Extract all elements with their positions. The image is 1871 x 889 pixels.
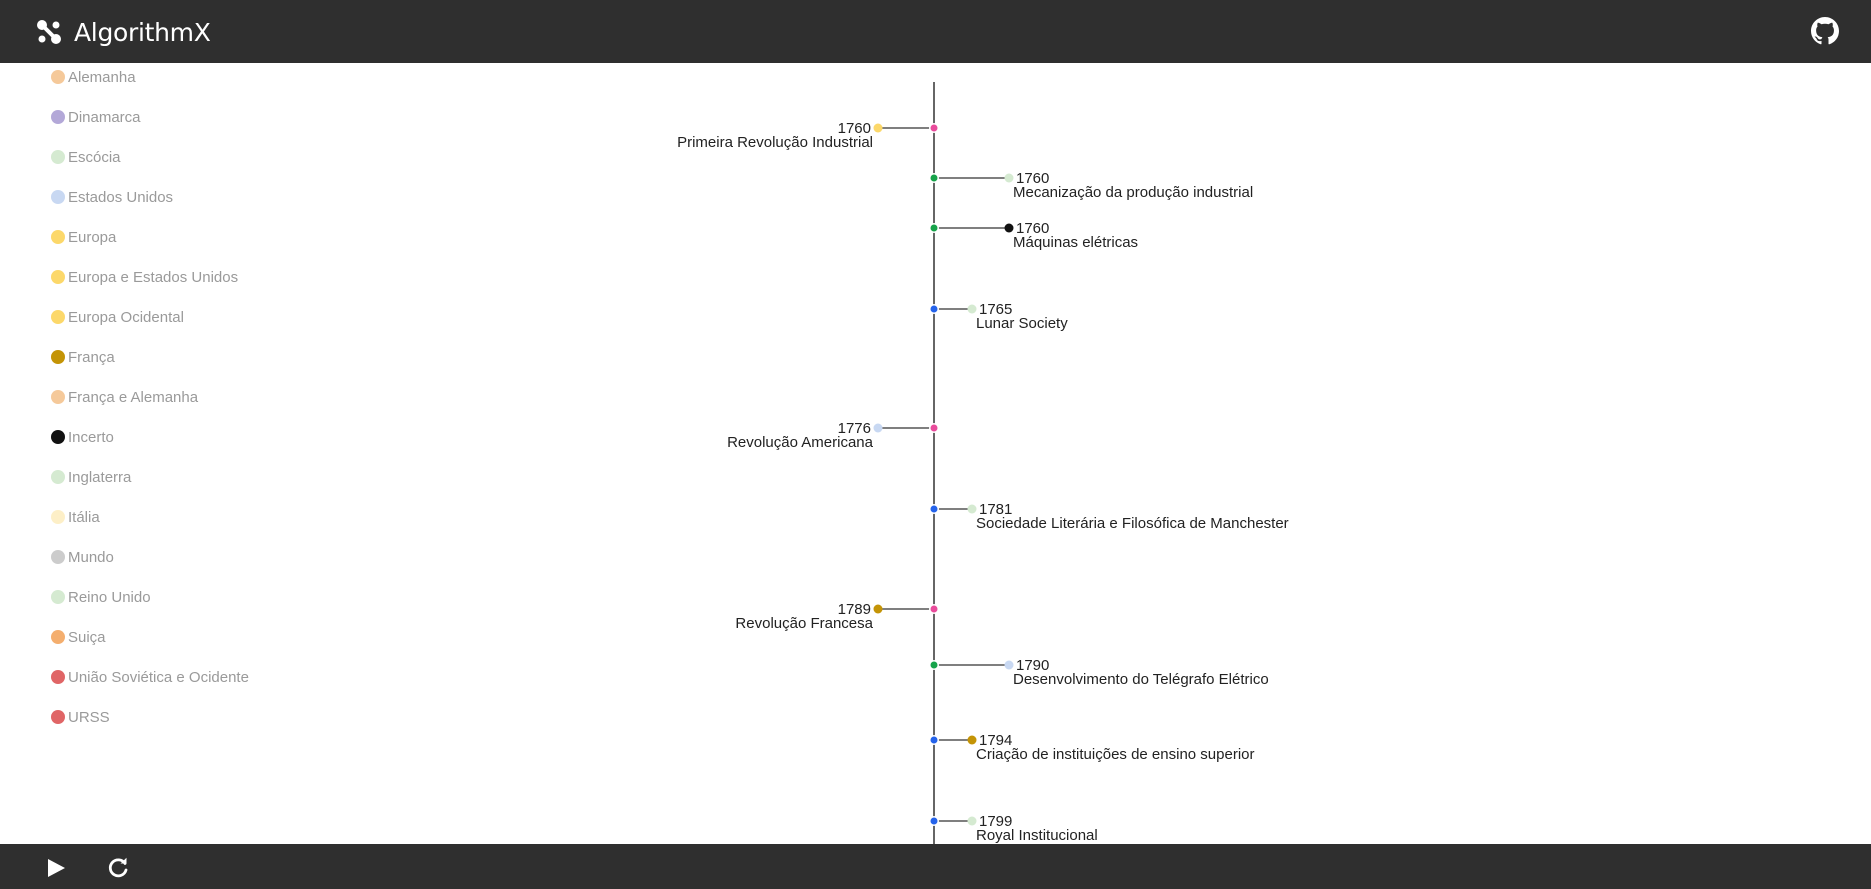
event-anchor-dot: [930, 736, 938, 744]
event-anchor-dot: [930, 605, 938, 613]
event-region-dot: [967, 735, 977, 745]
event-region-dot: [967, 816, 977, 826]
event-title: Máquinas elétricas: [1013, 234, 1138, 251]
event-anchor-dot: [930, 424, 938, 432]
event-anchor-dot: [930, 817, 938, 825]
event-title: Desenvolvimento do Telégrafo Elétrico: [1013, 671, 1269, 688]
event-region-dot: [1004, 173, 1014, 183]
bottom-bar: [0, 844, 1871, 889]
timeline: 1760Primeira Revolução Industrial1760Mec…: [677, 82, 1289, 844]
event-region-dot: [873, 423, 883, 433]
event-anchor-dot: [930, 505, 938, 513]
event-region-dot: [967, 304, 977, 314]
event-anchor-dot: [930, 224, 938, 232]
event-anchor-dot: [930, 661, 938, 669]
event-region-dot: [873, 604, 883, 614]
event-region-dot: [1004, 223, 1014, 233]
event-title: Royal Institucional: [976, 827, 1098, 844]
event-title: Revolução Americana: [727, 434, 874, 451]
event-title: Mecanização da produção industrial: [1013, 184, 1253, 201]
event-region-dot: [967, 504, 977, 514]
event-title: Primeira Revolução Industrial: [677, 134, 873, 151]
event-anchor-dot: [930, 174, 938, 182]
event-title: Sociedade Literária e Filosófica de Manc…: [976, 515, 1289, 532]
event-anchor-dot: [930, 305, 938, 313]
event-title: Revolução Francesa: [735, 615, 873, 632]
play-icon[interactable]: [45, 858, 67, 878]
event-title: Lunar Society: [976, 315, 1068, 332]
event-anchor-dot: [930, 124, 938, 132]
reset-icon[interactable]: [107, 857, 129, 879]
event-title: Criação de instituições de ensino superi…: [976, 746, 1255, 763]
event-region-dot: [1004, 660, 1014, 670]
event-region-dot: [873, 123, 883, 133]
